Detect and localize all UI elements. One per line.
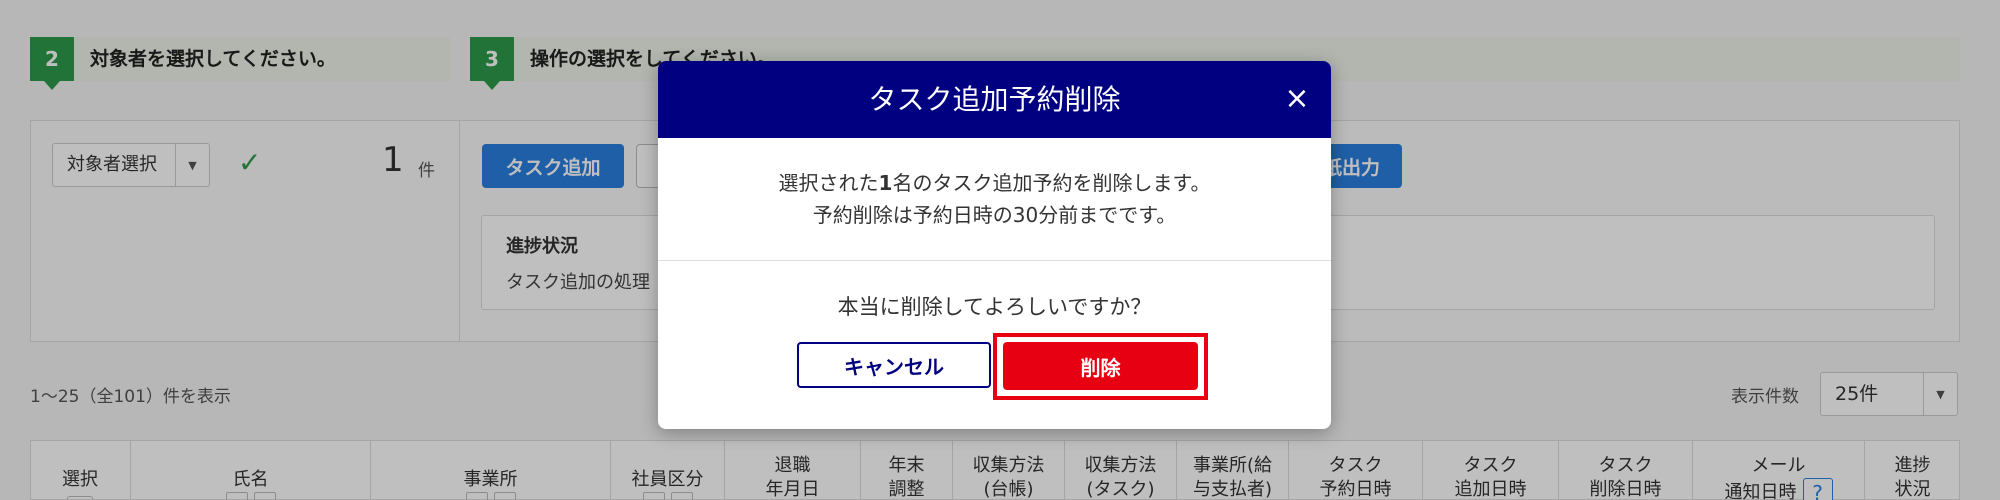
dialog-title: タスク追加予約削除 [868, 83, 1121, 116]
cancel-button[interactable]: キャンセル [797, 342, 991, 388]
dialog-message-line1: 選択された1名のタスク追加予約を削除します。 [778, 171, 1211, 195]
delete-button[interactable]: 削除 [1003, 342, 1198, 390]
dialog-divider [658, 260, 1331, 261]
close-icon[interactable]: × [1281, 83, 1313, 115]
delete-reservation-dialog: タスク追加予約削除 × 選択された1名のタスク追加予約を削除します。 予約削除は… [658, 61, 1331, 429]
dialog-confirm-text: 本当に削除してよろしいですか？ [837, 295, 1152, 319]
dialog-header: タスク追加予約削除 × [658, 61, 1331, 138]
dialog-message-line2: 予約削除は予約日時の30分前までです。 [812, 203, 1177, 227]
